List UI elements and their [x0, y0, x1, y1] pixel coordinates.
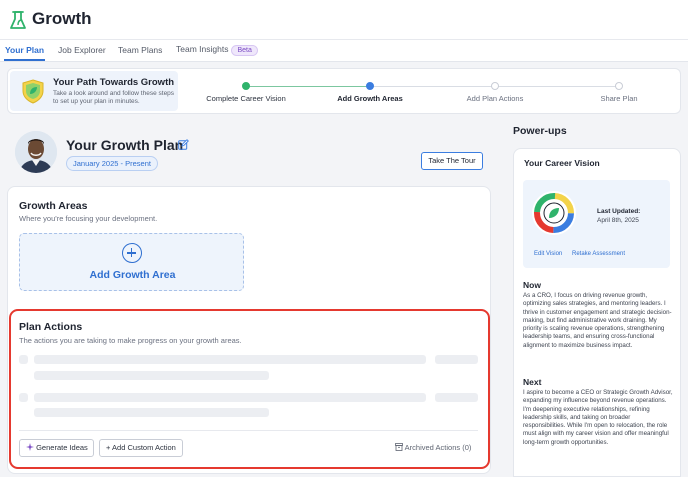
- growth-logo-icon: [10, 11, 26, 29]
- take-tour-button[interactable]: Take The Tour: [421, 152, 483, 170]
- step-dot-add-plan-actions: [491, 82, 499, 90]
- generate-ideas-button[interactable]: Generate Ideas: [19, 439, 94, 457]
- divider: [19, 430, 478, 431]
- skeleton-loader: [34, 355, 426, 364]
- sparkle-icon: [26, 443, 34, 451]
- last-updated-label: Last Updated:: [597, 208, 641, 215]
- career-vision-title: Your Career Vision: [524, 158, 600, 168]
- page-title: Your Growth Plan: [66, 137, 184, 153]
- step-connector: [246, 86, 370, 87]
- skeleton-loader: [19, 393, 28, 402]
- skeleton-loader: [34, 371, 269, 380]
- step-connector: [370, 86, 495, 87]
- add-growth-area-label: Add Growth Area: [89, 269, 176, 281]
- now-text: As a CRO, I focus on driving revenue gro…: [523, 292, 672, 349]
- growth-areas-subtitle: Where you're focusing your development.: [19, 214, 158, 223]
- vision-gauge-icon: [532, 191, 576, 235]
- next-heading: Next: [523, 377, 542, 387]
- archived-actions-link[interactable]: Archived Actions (0): [395, 443, 471, 452]
- app-title: Growth: [32, 9, 92, 28]
- tab-team-plans[interactable]: Team Plans: [118, 45, 162, 55]
- step-share-plan[interactable]: Share Plan: [600, 94, 637, 103]
- plan-actions-title: Plan Actions: [19, 321, 83, 333]
- path-subtitle: Take a look around and follow these step…: [53, 90, 175, 105]
- avatar: [15, 131, 57, 173]
- step-dot-add-growth-areas: [366, 82, 374, 90]
- tab-label: Your Plan: [5, 45, 45, 55]
- skeleton-loader: [34, 393, 426, 402]
- beta-badge: Beta: [231, 45, 258, 56]
- skeleton-loader: [19, 355, 28, 364]
- edit-icon[interactable]: [178, 139, 189, 150]
- add-custom-action-label: + Add Custom Action: [106, 443, 176, 452]
- retake-assessment-link[interactable]: Retake Assessment: [572, 251, 625, 257]
- step-connector: [495, 86, 619, 87]
- skeleton-loader: [435, 355, 478, 364]
- tab-team-insights[interactable]: Team Insights Beta: [176, 44, 258, 56]
- avatar-illustration: [15, 131, 57, 173]
- shield-leaf-icon: [22, 79, 44, 104]
- tab-label: Job Explorer: [58, 45, 106, 55]
- skeleton-loader: [34, 408, 269, 417]
- edit-vision-link[interactable]: Edit Vision: [534, 251, 562, 257]
- growth-path-banner: Your Path Towards Growth Take a look aro…: [7, 68, 681, 114]
- archived-actions-label: Archived Actions (0): [404, 443, 472, 452]
- plus-circle-icon: [122, 243, 142, 263]
- add-custom-action-button[interactable]: + Add Custom Action: [99, 439, 183, 457]
- nav-tabs: Your Plan Job Explorer Team Plans Team I…: [0, 40, 688, 62]
- growth-areas-title: Growth Areas: [19, 200, 88, 212]
- plan-actions-subtitle: The actions you are taking to make progr…: [19, 336, 242, 345]
- step-add-plan-actions[interactable]: Add Plan Actions: [467, 94, 524, 103]
- step-complete-vision[interactable]: Complete Career Vision: [206, 94, 285, 103]
- generate-ideas-label: Generate Ideas: [36, 443, 88, 452]
- path-intro: Your Path Towards Growth Take a look aro…: [10, 71, 178, 111]
- step-dot-complete-vision: [242, 82, 250, 90]
- powerups-title: Power-ups: [513, 125, 567, 137]
- add-growth-area-button[interactable]: Add Growth Area: [19, 233, 244, 291]
- tab-label: Team Insights: [176, 44, 229, 54]
- step-dot-share-plan: [615, 82, 623, 90]
- app-header: Growth: [0, 0, 688, 40]
- step-add-growth-areas[interactable]: Add Growth Areas: [337, 94, 403, 103]
- next-text: I aspire to become a CEO or Strategic Gr…: [523, 389, 673, 446]
- tab-your-plan[interactable]: Your Plan: [5, 45, 44, 55]
- tab-job-explorer[interactable]: Job Explorer: [58, 45, 106, 55]
- last-updated-date: April 8th, 2025: [597, 217, 639, 224]
- active-tab-indicator: [4, 59, 45, 61]
- plan-date-range: January 2025 - Present: [66, 156, 158, 171]
- tab-label: Team Plans: [118, 45, 163, 55]
- now-heading: Now: [523, 280, 541, 290]
- path-title: Your Path Towards Growth: [53, 77, 175, 88]
- skeleton-loader: [435, 393, 478, 402]
- archive-icon: [395, 443, 403, 451]
